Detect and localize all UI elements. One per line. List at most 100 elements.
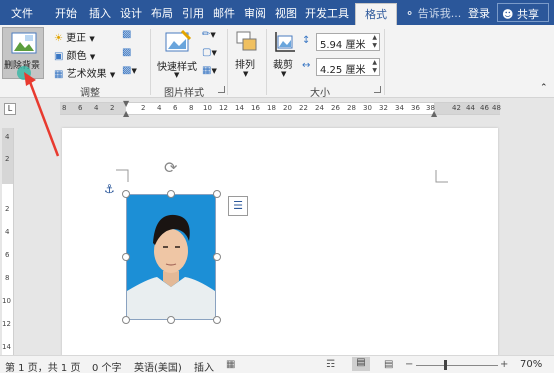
ruler-margin-left: [60, 103, 126, 114]
picture-border-icon[interactable]: ✏▼: [202, 29, 216, 40]
change-picture-icon[interactable]: ▩: [122, 47, 131, 58]
tab-review[interactable]: 审阅: [244, 5, 266, 21]
zoom-out-icon[interactable]: −: [405, 359, 413, 370]
zoom-in-icon[interactable]: +: [500, 359, 508, 370]
lightbulb-icon: ⚬: [405, 7, 415, 20]
palette-icon: ▣: [54, 51, 64, 62]
share-button[interactable]: ☻ 共享: [497, 3, 549, 22]
size-launcher-icon[interactable]: [374, 86, 381, 93]
ruler-tick-label: 4: [5, 228, 10, 236]
color-label: 颜色: [66, 51, 87, 62]
chevron-down-icon: ▼: [109, 71, 116, 79]
group-separator: [150, 29, 151, 95]
chevron-down-icon: ▼: [281, 70, 287, 78]
artistic-effects-icon: ▦: [54, 69, 64, 80]
quick-styles-icon: [165, 29, 192, 52]
reset-picture-icon[interactable]: ▩▼: [122, 65, 137, 76]
right-indent-marker-icon[interactable]: ▲: [431, 109, 437, 118]
tab-home[interactable]: 开始: [55, 5, 77, 21]
zoom-level[interactable]: 70%: [520, 359, 542, 370]
collapse-ribbon-icon[interactable]: ⌃: [540, 83, 548, 93]
tab-mailings[interactable]: 邮件: [213, 5, 235, 21]
login-link[interactable]: 登录: [468, 5, 490, 21]
first-line-indent-marker-icon[interactable]: ▼: [123, 99, 129, 108]
selection-handles: [122, 190, 221, 324]
zoom-slider[interactable]: [416, 365, 498, 366]
width-icon: ↔: [302, 60, 311, 71]
ruler-tick-label: 12: [2, 320, 11, 328]
spin-arrows-icon[interactable]: ▲ ▼: [372, 34, 377, 50]
arrange-button[interactable]: 排列 ▼: [232, 27, 262, 79]
hanging-indent-marker-icon[interactable]: ▲: [123, 109, 129, 118]
cursor-hotspot: [17, 66, 31, 80]
spin-arrows-icon[interactable]: ▲ ▼: [372, 59, 377, 75]
picture-effects-icon[interactable]: ▢▼: [202, 47, 217, 58]
ruler-tick-label: 42: [452, 104, 461, 112]
group-separator: [227, 29, 228, 95]
quick-styles-button[interactable]: 快速样式 ▼: [156, 27, 200, 79]
page-count[interactable]: 第 1 页，共 1 页: [5, 359, 80, 373]
insert-mode[interactable]: 插入: [194, 359, 214, 373]
width-field[interactable]: 4.25 厘米 ▲ ▼: [316, 58, 380, 76]
resize-handle: [167, 190, 175, 198]
picture-styles-launcher-icon[interactable]: [218, 86, 225, 93]
compress-pictures-icon[interactable]: ▩: [122, 29, 131, 40]
corrections-button[interactable]: ☀ 更正 ▼: [54, 29, 95, 44]
tab-view[interactable]: 视图: [275, 5, 297, 21]
ruler-tick-label: 26: [331, 104, 340, 112]
color-button[interactable]: ▣ 颜色 ▼: [54, 47, 95, 62]
chevron-down-icon: ▼: [243, 70, 249, 78]
horizontal-ruler[interactable]: 8 6 4 2 2 4 6 8 10 12 14 16 18 20 22 24 …: [60, 99, 501, 118]
group-separator: [384, 29, 385, 95]
resize-handle: [167, 316, 175, 324]
zoom-slider-thumb[interactable]: [444, 360, 447, 370]
chevron-down-icon: ▼: [174, 71, 180, 79]
ruler-tick-label: 4: [94, 104, 99, 112]
ruler-tick-label: 30: [363, 104, 372, 112]
ruler-tick-label: 16: [251, 104, 260, 112]
ruler-tick-label: 6: [5, 251, 10, 259]
ruler-tick-label: 8: [5, 274, 10, 282]
tab-design[interactable]: 设计: [120, 5, 142, 21]
ruler-tick-label: 6: [173, 104, 178, 112]
tab-references[interactable]: 引用: [182, 5, 204, 21]
document-page[interactable]: ⚓ ⟳ ☰: [62, 128, 498, 356]
tab-layout[interactable]: 布局: [151, 5, 173, 21]
print-layout-icon[interactable]: ▤: [352, 357, 370, 371]
picture-layout-icon[interactable]: ▦▼: [202, 65, 217, 76]
ruler-tick-label: 14: [235, 104, 244, 112]
tab-file[interactable]: 文件: [11, 5, 33, 21]
tab-developer[interactable]: 开发工具: [305, 5, 349, 21]
chevron-down-icon: ▼: [89, 35, 95, 43]
ruler-tick-label: 12: [219, 104, 228, 112]
status-bar: 第 1 页，共 1 页 0 个字 英语(美国) 插入 ▦ ☶ ▤ ▤ − + 7…: [0, 355, 554, 373]
ruler-tick-label: 32: [379, 104, 388, 112]
height-value: 5.94 厘米: [320, 40, 366, 51]
tell-me-text: 告诉我...: [417, 7, 462, 20]
language-indicator[interactable]: 英语(美国): [134, 359, 182, 373]
ruler-tick-label: 10: [2, 297, 11, 305]
width-value: 4.25 厘米: [320, 65, 366, 76]
height-field[interactable]: 5.94 厘米 ▲ ▼: [316, 33, 380, 51]
web-layout-icon[interactable]: ▤: [384, 359, 393, 370]
tab-selector[interactable]: L: [4, 103, 16, 115]
resize-handle: [122, 253, 130, 261]
word-count[interactable]: 0 个字: [92, 359, 122, 373]
artistic-effects-button[interactable]: ▦ 艺术效果 ▼: [54, 65, 115, 80]
ruler-tick-label: 2: [141, 104, 146, 112]
adjust-group-label: 调整: [80, 88, 100, 99]
tell-me-box[interactable]: ⚬ 告诉我...: [405, 5, 461, 21]
person-icon: ☻: [502, 8, 514, 21]
tab-format[interactable]: 格式: [355, 3, 397, 25]
group-separator: [266, 29, 267, 95]
remove-background-button[interactable]: 删除背景: [2, 27, 44, 80]
ribbon: 删除背景 ☀ 更正 ▼ ▣ 颜色 ▼ ▦ 艺术效果 ▼ ▩ ▩ ▩▼ 调整 快速…: [0, 25, 554, 99]
crop-button[interactable]: 裁剪 ▼: [270, 27, 300, 79]
vertical-ruler[interactable]: 4 2 2 4 6 8 10 12 14: [2, 128, 14, 358]
ruler-tick-label: 44: [466, 104, 475, 112]
tab-insert[interactable]: 插入: [89, 5, 111, 21]
read-mode-icon[interactable]: ☶: [326, 359, 335, 370]
ruler-tick-label: 14: [2, 343, 11, 351]
ruler-tick-label: 8: [189, 104, 194, 112]
macro-record-icon[interactable]: ▦: [226, 359, 235, 370]
